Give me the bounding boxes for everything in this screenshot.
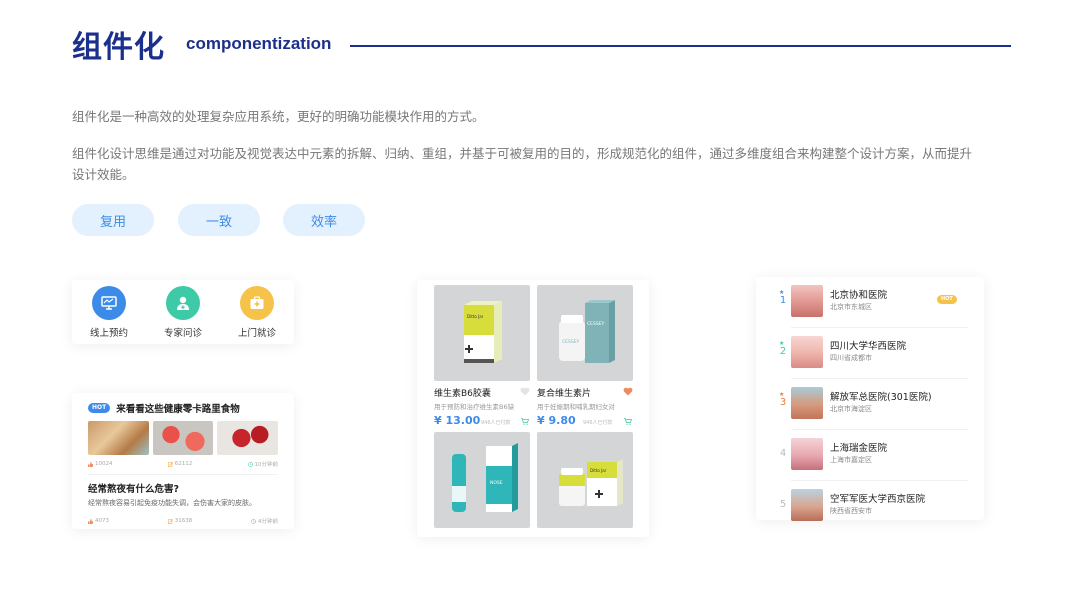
hospital-rank: 1 [779,295,787,306]
hospital-rank: 4 [779,448,787,459]
page-title: 组件化 [72,30,165,65]
like-count-value: 4073 [95,518,109,524]
food-image-strawberry[interactable] [217,421,279,455]
medical-kit-icon [239,285,274,320]
svg-text:CESSEY: CESSEY [562,339,580,345]
service-home-visit[interactable]: 上门就诊 [237,285,276,339]
hot-badge: HOT [88,403,111,413]
product-image-multivitamin[interactable]: CESSEY CESSEY [537,285,633,381]
article-card: HOT 来看看这些健康零卡路里食物 10024 62112 10分钟前 经常熬夜… [72,393,294,529]
product-card: Ditto Jar 维生素B6胶囊 用于预防和治疗维生素B6缺 ¥ 13.00 … [417,280,649,537]
post-time: 4分钟前 [251,517,278,525]
product-sold: 946人已付款 [583,420,613,426]
svg-text:Ditto Jar: Ditto Jar [590,468,607,473]
tag-reuse[interactable]: 复用 [72,204,154,236]
hospital-item[interactable]: ★ 2 四川大学华西医院 四川省成都市 [756,328,984,379]
hospital-name: 四川大学华西医院 [830,341,907,352]
service-online-booking[interactable]: 线上预约 [89,285,128,339]
hospital-image [791,387,823,419]
post-time-value: 4分钟前 [258,519,278,525]
service-label: 上门就诊 [237,327,276,339]
hospital-address: 陕西省西安市 [830,507,872,515]
product-price: ¥ 9.80 [537,414,576,427]
product-image-vitamin-jar[interactable]: Ditto Jar [537,432,633,528]
share-count-value: 62112 [174,461,193,467]
edit-icon [167,518,173,524]
like-count[interactable]: 4073 [88,517,109,525]
cart-icon[interactable] [624,418,632,425]
svg-text:Ditto Jar: Ditto Jar [467,314,484,319]
like-count-value: 10024 [95,461,113,467]
article-1-images [88,421,279,455]
tag-efficiency[interactable]: 效率 [283,204,365,236]
hospital-rank: 5 [779,499,787,510]
share-count-value: 31638 [174,518,193,524]
service-card: 线上预约 专家问诊 上门就诊 [72,280,294,344]
article-1-title[interactable]: 来看看这些健康零卡路里食物 [116,401,240,415]
clock-icon [247,461,253,467]
hospital-image [791,336,823,368]
hospital-image [791,285,823,317]
product-sold: 946人已付款 [481,420,511,426]
hospital-name: 空军军医大学西京医院 [830,494,926,505]
hospital-address: 四川省成都市 [830,354,872,362]
article-2-meta: 4073 31638 4分钟前 [88,517,278,525]
product-desc: 用于预防和治疗维生素B6缺 [434,403,515,411]
intro-paragraph-2: 组件化设计思维是通过对功能及视觉表达中元素的拆解、归纳、重组，并基于可被复用的目… [72,146,973,182]
hospital-item[interactable]: ★ 3 解放军总医院(301医院) 北京市海淀区 [756,379,984,430]
food-image-bread[interactable] [88,421,149,455]
monitor-icon [91,285,126,320]
post-time-value: 10分钟前 [254,462,279,468]
hospital-image [791,438,823,470]
article-divider [88,474,278,475]
article-1-header[interactable]: HOT 来看看这些健康零卡路里食物 [88,401,278,415]
hospital-name: 解放军总医院(301医院) [830,392,932,403]
service-label: 专家问诊 [163,327,202,339]
svg-text:CESSEY: CESSEY [587,321,605,327]
product-image-nasal-spray[interactable]: NOSE [434,432,530,528]
article-2-desc: 经常熬夜容易引起免疫功能失调，会伤害大家的皮肤。 [88,499,256,507]
service-expert-consult[interactable]: 专家问诊 [163,285,202,339]
hospital-ranking-card: ★ 1 北京协和医院 北京市东城区 HOT ★ 2 四川大学华西医院 四川省成都… [756,277,984,521]
article-1-meta: 10024 62112 10分钟前 [88,460,278,468]
article-2-title[interactable]: 经常熬夜有什么危害? [88,481,278,495]
service-label: 线上预约 [89,327,128,339]
product-image-vitamin-b6[interactable]: Ditto Jar [434,285,530,381]
hospital-address: 上海市嘉定区 [830,456,872,464]
thumb-up-icon [88,461,93,467]
cart-icon[interactable] [521,418,529,425]
post-time: 10分钟前 [247,460,279,468]
hospital-name: 北京协和医院 [830,290,888,301]
edit-icon [167,461,173,467]
clock-icon [251,518,256,524]
heart-icon[interactable] [623,387,633,396]
hospital-address: 北京市东城区 [830,303,872,311]
thumb-up-icon [88,518,93,524]
page-subtitle: componentization [186,34,332,53]
title-divider [350,45,1011,47]
product-name[interactable]: 维生素B6胶囊 [434,386,491,399]
doctor-icon [165,285,200,320]
hospital-name: 上海瑞金医院 [830,443,888,454]
product-name[interactable]: 复合维生素片 [537,386,591,399]
hospital-item[interactable]: ★ 1 北京协和医院 北京市东城区 HOT [756,277,984,328]
product-desc: 用于妊娠期和哺乳期妇女对 [537,403,615,411]
like-count[interactable]: 10024 [88,460,113,468]
heart-icon[interactable] [520,387,530,396]
hospital-item[interactable]: 5 空军军医大学西京医院 陕西省西安市 [756,481,984,532]
product-price: ¥ 13.00 [434,414,481,427]
hospital-image [791,489,823,521]
intro-paragraph-1: 组件化是一种高效的处理复杂应用系统，更好的明确功能模块作用的方式。 [72,109,485,124]
hospital-address: 北京市海淀区 [830,405,872,413]
tag-consistency[interactable]: 一致 [178,204,260,236]
hospital-item[interactable]: 4 上海瑞金医院 上海市嘉定区 [756,430,984,481]
svg-text:NOSE: NOSE [490,480,503,486]
share-count[interactable]: 62112 [167,460,193,468]
share-count[interactable]: 31638 [167,517,193,525]
hospital-rank: 2 [779,346,787,357]
food-image-watermelon[interactable] [152,421,214,455]
hospital-rank: 3 [779,397,787,408]
hot-badge: HOT [937,295,957,304]
